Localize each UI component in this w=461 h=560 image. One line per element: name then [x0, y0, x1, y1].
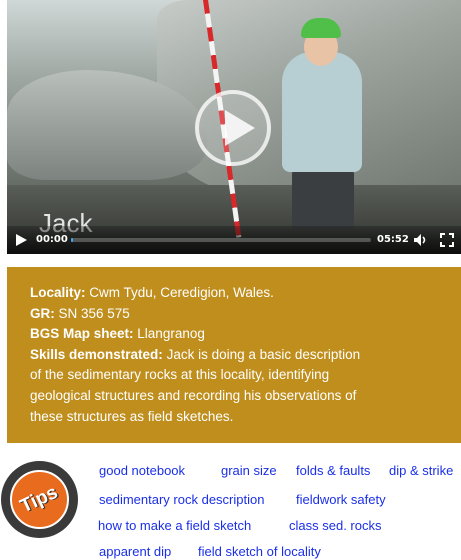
locality-line: Locality: Cwm Tydu, Ceredigion, Wales.: [30, 283, 461, 304]
video-player[interactable]: Jack 00:00 05:52: [7, 0, 461, 254]
play-icon[interactable]: [16, 234, 27, 246]
locality-info-box: Locality: Cwm Tydu, Ceredigion, Wales. G…: [7, 267, 461, 443]
skills-label: Skills demonstrated:: [30, 346, 163, 362]
bgs-label: BGS Map sheet:: [30, 326, 134, 342]
current-time: 00:00: [36, 234, 68, 245]
fullscreen-icon[interactable]: [440, 233, 454, 247]
bgs-value: Llangranog: [137, 326, 205, 342]
video-person-hat: [301, 18, 341, 38]
progress-bar[interactable]: [71, 238, 371, 242]
link-field-sketch-locality[interactable]: field sketch of locality: [198, 544, 321, 559]
progress-fill: [71, 238, 73, 242]
volume-icon[interactable]: [413, 233, 429, 247]
gr-line: GR: SN 356 575: [30, 304, 461, 325]
gr-label: GR:: [30, 305, 55, 321]
bgs-line: BGS Map sheet: Llangranog: [30, 324, 461, 345]
link-field-sketch-howto[interactable]: how to make a field sketch: [98, 518, 251, 533]
video-person-legs: [292, 170, 354, 230]
skills-line: Skills demonstrated: Jack is doing a bas…: [30, 345, 370, 427]
link-folds-faults[interactable]: folds & faults: [296, 463, 370, 478]
gr-value: SN 356 575: [58, 305, 130, 321]
locality-value: Cwm Tydu, Ceredigion, Wales.: [89, 285, 274, 300]
tips-badge-label: Tips: [17, 481, 62, 517]
tips-badge-icon: Tips: [1, 461, 78, 538]
big-play-button[interactable]: [195, 90, 271, 166]
link-grain-size[interactable]: grain size: [221, 463, 277, 478]
duration: 05:52: [377, 234, 409, 245]
video-controls: 00:00 05:52: [7, 226, 461, 254]
tips-badge-inner: Tips: [10, 470, 69, 529]
locality-label: Locality:: [30, 285, 86, 300]
link-class-sed-rocks[interactable]: class sed. rocks: [289, 518, 381, 533]
link-fieldwork-safety[interactable]: fieldwork safety: [296, 492, 386, 507]
link-dip-strike[interactable]: dip & strike: [389, 463, 453, 478]
link-good-notebook[interactable]: good notebook: [99, 463, 185, 478]
link-sedimentary-rock-description[interactable]: sedimentary rock description: [99, 492, 264, 507]
link-apparent-dip[interactable]: apparent dip: [99, 544, 171, 559]
video-person: [282, 52, 362, 172]
